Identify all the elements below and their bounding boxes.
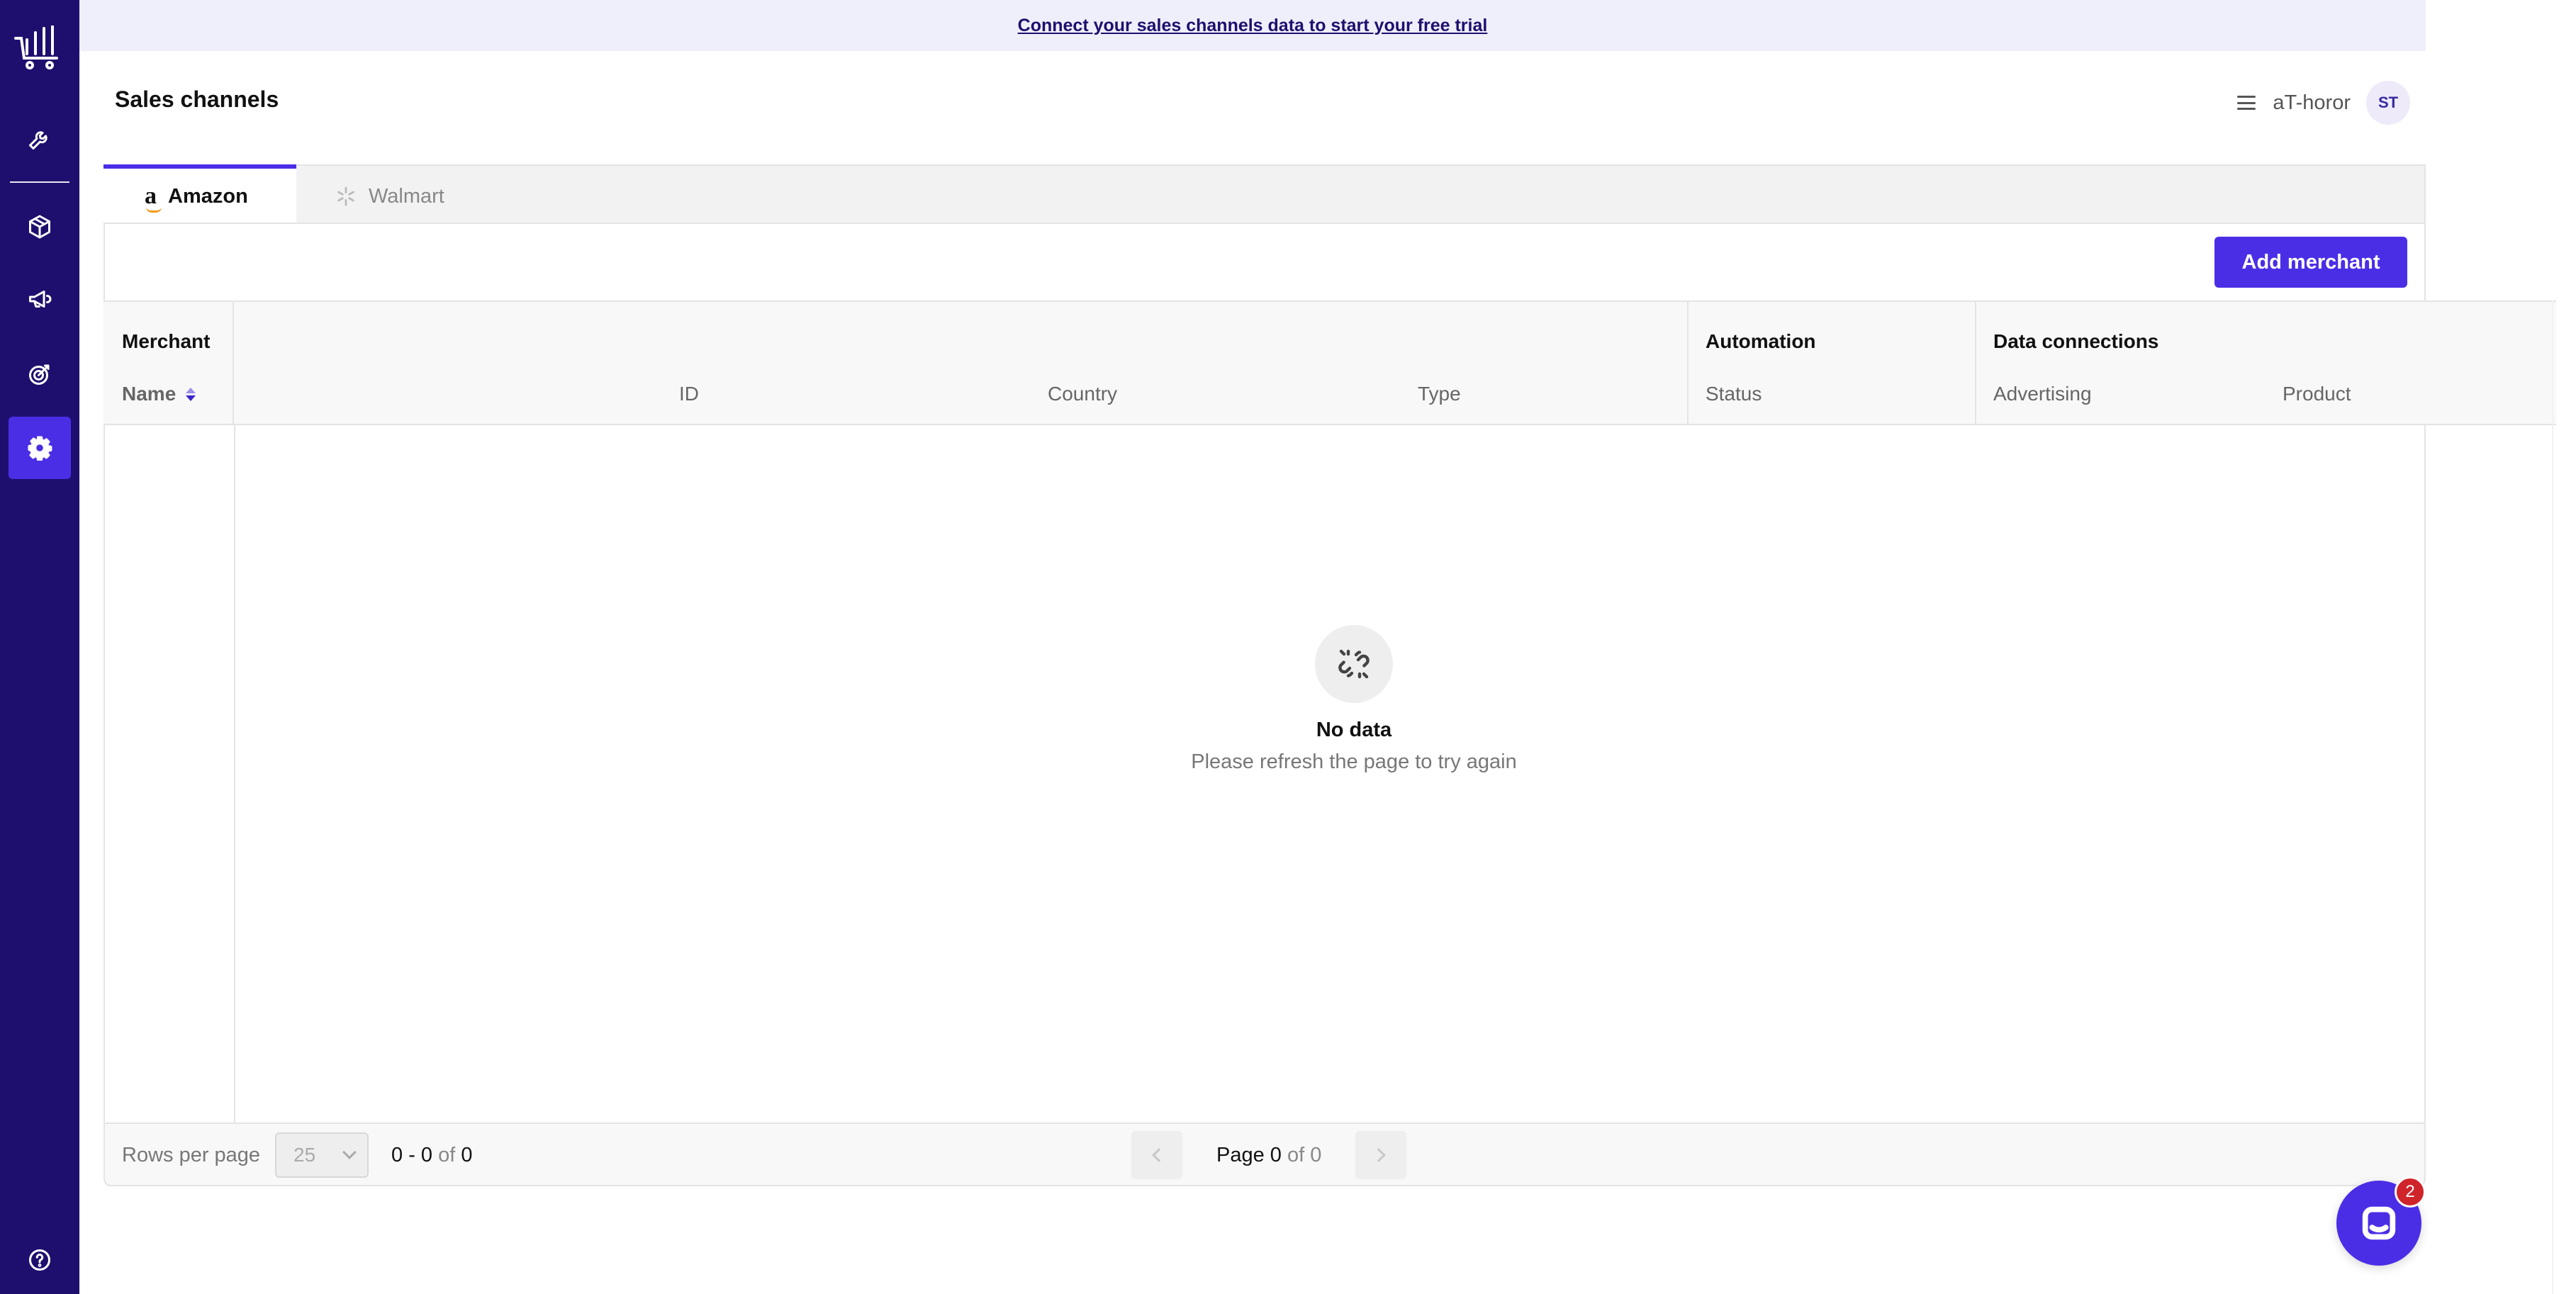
help-icon	[29, 1249, 50, 1271]
user-area: aT-horor ST	[2236, 81, 2410, 125]
pagination-bar: Rows per page 25 0 - 0 of 0 Page 0 of 0	[103, 1123, 2426, 1186]
sidebar-item-goals[interactable]	[9, 343, 71, 405]
tab-label: Amazon	[168, 184, 248, 208]
column-country[interactable]: Country	[1048, 383, 1117, 405]
column-divider	[1687, 302, 1689, 427]
sidebar-item-products[interactable]	[9, 196, 71, 258]
next-page-button[interactable]	[1355, 1131, 1406, 1179]
sidebar-item-advertising[interactable]	[9, 268, 71, 330]
sidebar	[0, 0, 79, 1294]
column-product[interactable]: Product	[2283, 383, 2351, 405]
add-merchant-button[interactable]: Add merchant	[2214, 237, 2407, 288]
sidebar-item-settings[interactable]	[9, 417, 71, 479]
sort-icon	[186, 387, 196, 401]
page-title: Sales channels	[115, 86, 279, 112]
chevron-left-icon	[1152, 1148, 1166, 1162]
previous-page-button[interactable]	[1131, 1131, 1182, 1179]
megaphone-icon	[29, 291, 52, 308]
sidebar-item-help[interactable]	[9, 1229, 71, 1291]
channel-tabs: a Amazon Walmart	[103, 164, 2426, 224]
walmart-spark-icon	[337, 186, 354, 206]
box-icon	[29, 215, 50, 239]
page-edge-divider	[2552, 300, 2553, 1294]
connect-channels-link[interactable]: Connect your sales channels data to star…	[1018, 16, 1488, 36]
chart-cart-logo[interactable]	[14, 24, 65, 72]
column-divider	[234, 425, 235, 1123]
sidebar-item-tools[interactable]	[9, 108, 71, 170]
empty-state-title: No data	[1316, 719, 1392, 741]
tab-label: Walmart	[369, 184, 444, 208]
chevron-right-icon	[1372, 1148, 1386, 1162]
target-icon	[29, 364, 50, 385]
empty-state-subtitle: Please refresh the page to try again	[1191, 750, 1517, 773]
broken-link-icon	[1338, 649, 1370, 679]
group-merchant: Merchant	[122, 330, 211, 352]
chat-unread-badge: 2	[2395, 1176, 2426, 1208]
table-body: No data Please refresh the page to try a…	[103, 425, 2426, 1123]
wrench-icon	[29, 131, 47, 150]
group-automation: Automation	[1706, 330, 1816, 352]
table-toolbar: Add merchant	[103, 223, 2426, 300]
tab-amazon[interactable]: a Amazon	[103, 164, 296, 224]
amazon-logo-icon: a	[145, 183, 162, 213]
column-name: Name	[122, 383, 177, 405]
chevron-down-icon	[342, 1145, 357, 1159]
logo-icon	[14, 24, 58, 69]
rows-per-page-value: 25	[293, 1144, 316, 1166]
org-name[interactable]: aT-horor	[2273, 91, 2351, 115]
column-type[interactable]: Type	[1418, 383, 1461, 405]
column-id[interactable]: ID	[679, 383, 699, 405]
tab-walmart[interactable]: Walmart	[335, 164, 444, 224]
column-name-sort[interactable]: Name	[122, 383, 196, 405]
column-divider	[1975, 302, 1976, 427]
chat-icon	[2362, 1206, 2396, 1240]
column-divider	[233, 302, 234, 427]
trial-banner: Connect your sales channels data to star…	[79, 0, 2426, 51]
rows-per-page-label: Rows per page	[122, 1144, 261, 1166]
table-header: Merchant Automation Data connections Nam…	[103, 300, 2556, 427]
rows-per-page-select[interactable]: 25	[275, 1132, 369, 1178]
empty-state: No data Please refresh the page to try a…	[1106, 625, 1602, 774]
column-status[interactable]: Status	[1706, 383, 1762, 405]
column-advertising[interactable]: Advertising	[1993, 383, 2092, 405]
menu-icon[interactable]	[2236, 93, 2257, 113]
page-indicator: Page 0 of 0	[1216, 1144, 1322, 1166]
avatar[interactable]: ST	[2366, 81, 2410, 125]
row-range: 0 - 0 of 0	[391, 1144, 473, 1166]
gear-icon	[28, 436, 52, 461]
sidebar-divider	[10, 181, 69, 183]
empty-state-icon-wrap	[1315, 625, 1393, 703]
group-data-connections: Data connections	[1993, 330, 2159, 352]
